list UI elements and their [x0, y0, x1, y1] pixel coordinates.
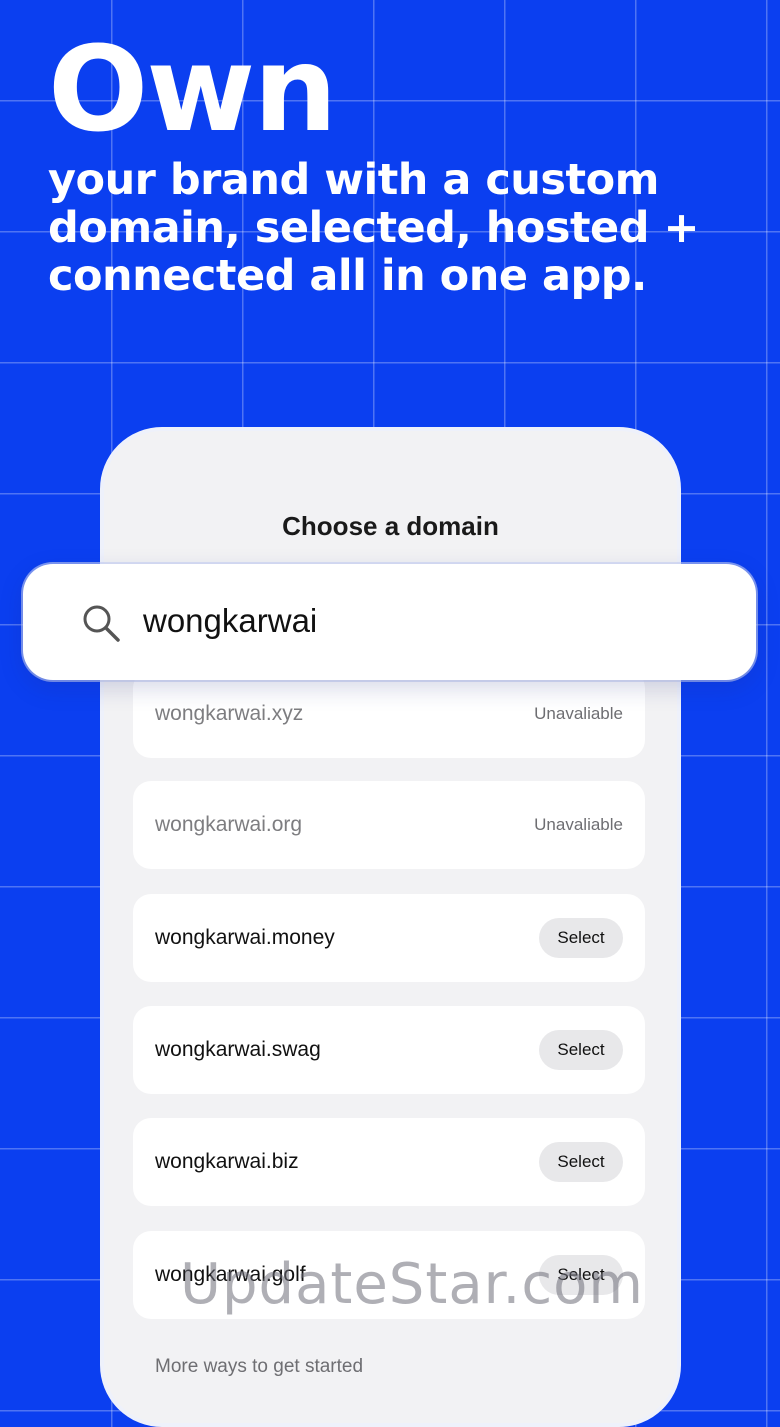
domain-name: wongkarwai.swag — [155, 1038, 321, 1061]
screen-title: Choose a domain — [282, 511, 499, 541]
domain-row-org: wongkarwai.org Unavaliable — [133, 781, 645, 869]
domain-name: wongkarwai.xyz — [155, 702, 304, 725]
search-input[interactable]: wongkarwai — [143, 602, 317, 640]
domain-row-swag[interactable]: wongkarwai.swag Select — [133, 1006, 645, 1094]
domain-name: wongkarwai.money — [155, 926, 335, 949]
domain-status: Unavaliable — [534, 704, 623, 723]
select-button[interactable]: Select — [539, 1142, 623, 1182]
watermark: UpdateStar.com — [180, 1252, 644, 1317]
select-button[interactable]: Select — [539, 1030, 623, 1070]
domain-search-bar[interactable]: wongkarwai — [23, 564, 756, 680]
domain-row-xyz: wongkarwai.xyz Unavaliable — [133, 670, 645, 758]
hero-subline: your brand with a custom domain, selecte… — [48, 155, 700, 301]
domain-row-biz[interactable]: wongkarwai.biz Select — [133, 1118, 645, 1206]
domain-row-money[interactable]: wongkarwai.money Select — [133, 894, 645, 982]
more-ways-label: More ways to get started — [155, 1356, 364, 1377]
domain-name: wongkarwai.biz — [155, 1150, 299, 1173]
select-button[interactable]: Select — [539, 918, 623, 958]
search-icon — [83, 605, 120, 642]
hero-headline: Own — [48, 20, 337, 158]
domain-status: Unavaliable — [534, 815, 623, 834]
domain-name: wongkarwai.org — [155, 813, 303, 836]
